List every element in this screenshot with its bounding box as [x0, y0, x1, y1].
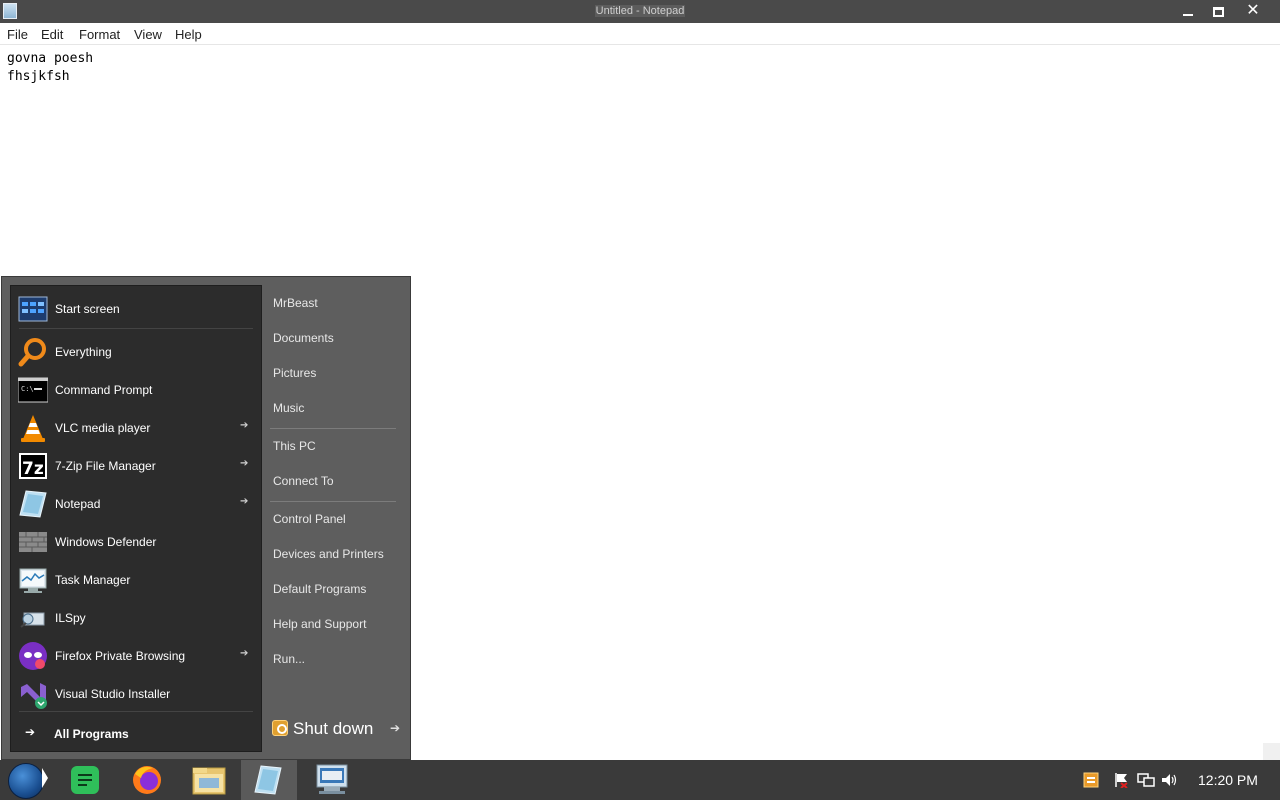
network-icon[interactable] [1137, 772, 1155, 788]
restore-icon [1212, 7, 1224, 18]
taskbar-firefox[interactable] [119, 760, 175, 800]
power-icon [272, 720, 288, 736]
all-programs-label: All Programs [54, 727, 129, 741]
taskbar-file-explorer[interactable] [181, 760, 237, 800]
program-notepad[interactable]: Notepad ➔ [11, 486, 261, 522]
minimize-icon [1183, 14, 1193, 17]
defender-wall-icon [19, 532, 47, 552]
divider [270, 428, 396, 429]
window-title: Untitled - Notepad [594, 5, 686, 17]
program-label: 7-Zip File Manager [55, 459, 156, 473]
on-screen-keyboard-icon [316, 764, 348, 794]
right-item-default-programs[interactable]: Default Programs [273, 582, 366, 596]
right-item-help-support[interactable]: Help and Support [273, 617, 366, 631]
program-7zip[interactable]: 7z 7-Zip File Manager ➔ [11, 448, 261, 484]
tray-app-icon[interactable] [1083, 772, 1099, 788]
sticky-notes-icon [71, 766, 99, 794]
program-vlc[interactable]: VLC media player ➔ [11, 410, 261, 446]
program-windows-defender[interactable]: Windows Defender [11, 524, 261, 560]
notepad-icon [19, 490, 47, 518]
program-label: ILSpy [55, 611, 86, 625]
firefox-icon [133, 766, 161, 794]
shutdown-options-arrow-icon[interactable]: ➔ [390, 721, 400, 735]
editor-line: fhsjkfsh [7, 69, 70, 84]
program-command-prompt[interactable]: C:\ Command Prompt [11, 372, 261, 408]
menu-help[interactable]: Help [175, 27, 202, 42]
right-item-mrbeast[interactable]: MrBeast [273, 296, 318, 310]
taskbar [0, 760, 1280, 800]
notepad-icon [254, 765, 282, 795]
divider [19, 711, 253, 712]
minimize-button[interactable] [1171, 0, 1205, 23]
program-label: Command Prompt [55, 383, 153, 397]
all-programs-button[interactable]: ➔ All Programs [11, 718, 261, 748]
taskbar-sticky-notes[interactable] [57, 760, 113, 800]
vs-installer-icon [21, 683, 47, 709]
program-start-screen[interactable]: Start screen [11, 291, 261, 327]
program-label: Task Manager [55, 573, 131, 587]
program-everything[interactable]: Everything [11, 334, 261, 370]
task-manager-icon [19, 568, 47, 593]
right-item-this-pc[interactable]: This PC [273, 439, 316, 453]
start-button[interactable] [8, 763, 44, 799]
shutdown-button[interactable]: Shut down ➔ [272, 716, 402, 742]
program-label: Everything [55, 345, 112, 359]
arrow-right-icon: ➔ [25, 725, 36, 739]
shutdown-label: Shut down [293, 719, 374, 738]
program-label: Firefox Private Browsing [55, 649, 186, 663]
submenu-arrow-icon: ➔ [240, 496, 249, 507]
svg-text:C:\: C:\ [21, 385, 34, 393]
firefox-private-icon [19, 642, 47, 670]
right-item-run[interactable]: Run... [273, 652, 305, 666]
maximize-button[interactable] [1201, 0, 1235, 23]
cmd-icon: C:\ [18, 377, 48, 403]
program-label: Notepad [55, 497, 101, 511]
ilspy-icon [20, 612, 45, 628]
taskbar-on-screen-keyboard[interactable] [304, 760, 360, 800]
right-item-devices-printers[interactable]: Devices and Printers [273, 547, 384, 561]
menu-file[interactable]: File [7, 27, 28, 42]
svg-text:7z: 7z [22, 459, 44, 479]
program-label: VLC media player [55, 421, 151, 435]
right-item-control-panel[interactable]: Control Panel [273, 512, 346, 526]
submenu-arrow-icon: ➔ [240, 420, 249, 431]
program-label: Visual Studio Installer [55, 687, 171, 701]
close-button[interactable]: ✕ [1236, 0, 1270, 23]
program-label: Start screen [55, 302, 120, 316]
mouse-cursor-icon [42, 768, 48, 788]
program-vs-installer[interactable]: Visual Studio Installer [11, 676, 261, 712]
programs-pane: Start screen Everything C:\ Command Prom… [10, 285, 262, 752]
program-label: Windows Defender [55, 535, 157, 549]
right-item-music[interactable]: Music [273, 401, 304, 415]
submenu-arrow-icon: ➔ [240, 458, 249, 469]
start-menu: Start screen Everything C:\ Command Prom… [1, 276, 411, 760]
right-item-connect-to[interactable]: Connect To [273, 474, 334, 488]
right-item-documents[interactable]: Documents [273, 331, 334, 345]
volume-icon[interactable] [1161, 772, 1177, 788]
title-bar: Untitled - Notepad ✕ [0, 0, 1280, 23]
magnifier-icon [18, 338, 46, 367]
close-icon: ✕ [1246, 2, 1260, 19]
editor-line: govna poesh [7, 51, 94, 66]
program-task-manager[interactable]: Task Manager [11, 562, 261, 598]
right-item-pictures[interactable]: Pictures [273, 366, 316, 380]
program-firefox-private[interactable]: Firefox Private Browsing ➔ [11, 638, 261, 674]
program-ilspy[interactable]: ILSpy [11, 600, 261, 636]
file-explorer-icon [192, 767, 226, 795]
submenu-arrow-icon: ➔ [240, 648, 249, 659]
taskbar-clock[interactable]: 12:20 PM [1198, 772, 1258, 788]
menu-view[interactable]: View [134, 27, 162, 42]
divider [19, 328, 253, 329]
menu-bar: File Edit Format View Help [0, 23, 1280, 45]
menu-format[interactable]: Format [79, 27, 120, 42]
vlc-cone-icon [21, 415, 45, 442]
start-screen-icon [18, 296, 48, 322]
divider [270, 501, 396, 502]
taskbar-notepad[interactable] [241, 760, 297, 800]
7zip-icon: 7z [19, 453, 47, 479]
action-center-flag-icon[interactable] [1113, 772, 1129, 788]
size-grip[interactable] [1263, 743, 1280, 760]
menu-edit[interactable]: Edit [41, 27, 63, 42]
